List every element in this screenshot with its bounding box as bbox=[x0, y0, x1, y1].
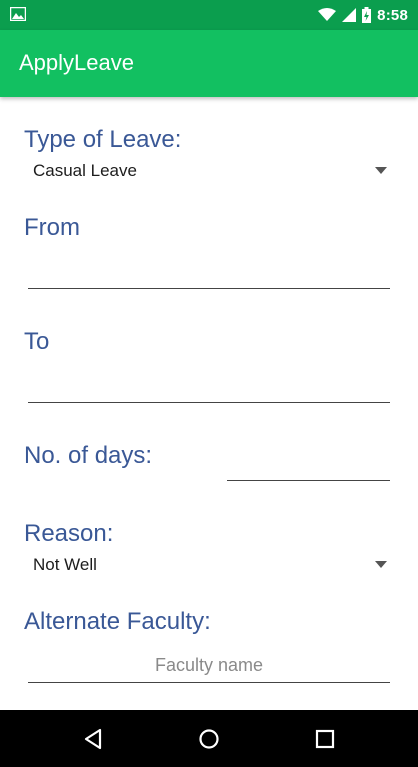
reason-selected: Not Well bbox=[33, 555, 97, 574]
status-bar: 8:58 bbox=[0, 0, 418, 30]
cell-signal-icon bbox=[342, 8, 357, 22]
wifi-icon bbox=[318, 8, 337, 21]
home-icon[interactable] bbox=[198, 728, 220, 750]
to-date-field[interactable] bbox=[28, 369, 394, 401]
from-date-field[interactable] bbox=[28, 255, 394, 287]
type-of-leave-spinner[interactable]: Casual Leave bbox=[24, 157, 394, 187]
status-time: 8:58 bbox=[377, 6, 408, 24]
type-of-leave-label: Type of Leave: bbox=[24, 126, 182, 153]
no-of-days-field[interactable] bbox=[227, 447, 394, 479]
app-title: ApplyLeave bbox=[19, 50, 134, 75]
faculty-name-placeholder: Faculty name bbox=[154, 655, 264, 675]
dropdown-arrow-icon bbox=[375, 561, 387, 568]
no-of-days-underline bbox=[227, 480, 390, 481]
to-label: To bbox=[24, 328, 50, 355]
navigation-bar bbox=[0, 710, 418, 767]
reason-spinner[interactable]: Not Well bbox=[24, 551, 394, 581]
status-icons: 8:58 bbox=[318, 0, 408, 30]
reason-label: Reason: bbox=[24, 520, 114, 547]
faculty-name-underline bbox=[28, 682, 390, 683]
back-icon[interactable] bbox=[83, 728, 103, 750]
no-of-days-label: No. of days: bbox=[24, 442, 153, 469]
from-underline bbox=[28, 288, 390, 289]
image-notification-icon bbox=[10, 7, 26, 21]
dropdown-arrow-icon bbox=[375, 167, 387, 174]
from-label: From bbox=[24, 214, 80, 241]
battery-charging-icon bbox=[362, 7, 372, 23]
alternate-faculty-label: Alternate Faculty: bbox=[24, 608, 211, 635]
faculty-name-field[interactable]: Faculty name bbox=[28, 648, 390, 684]
type-of-leave-selected: Casual Leave bbox=[33, 161, 137, 180]
recents-icon[interactable] bbox=[315, 729, 335, 749]
app-bar: ApplyLeave bbox=[0, 30, 418, 97]
to-underline bbox=[28, 402, 390, 403]
